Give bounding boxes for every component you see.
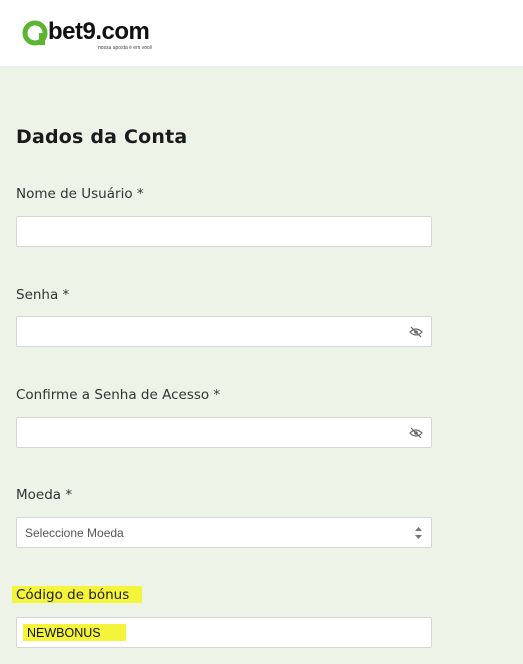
page-title: Dados da Conta: [16, 126, 188, 148]
updown-arrows-icon: [415, 527, 422, 539]
currency-selected: Seleccione Moeda: [25, 526, 124, 540]
username-label: Nome de Usuário *: [16, 186, 144, 202]
currency-select[interactable]: Seleccione Moeda: [16, 517, 432, 548]
brand-tagline: nossa aposta é em você: [98, 45, 153, 51]
username-input[interactable]: [16, 216, 432, 247]
brand-name: bet9.com: [48, 18, 150, 45]
logo-mark-icon: [22, 20, 48, 46]
header: bet9.com nossa aposta é em você: [0, 0, 523, 66]
confirm-password-input[interactable]: [16, 417, 432, 448]
eye-slash-icon[interactable]: [409, 326, 423, 338]
password-input[interactable]: [16, 316, 432, 347]
bonus-code-input[interactable]: NEWBONUS: [16, 617, 432, 648]
bet9-logo[interactable]: bet9.com nossa aposta é em você: [22, 15, 172, 55]
currency-label: Moeda *: [16, 487, 73, 503]
eye-slash-icon[interactable]: [409, 427, 423, 439]
confirm-password-label: Confirme a Senha de Acesso *: [16, 387, 221, 403]
password-label: Senha *: [16, 287, 70, 303]
bonus-code-label: Código de bónus: [16, 587, 130, 603]
bonus-code-value: NEWBONUS: [27, 626, 101, 640]
